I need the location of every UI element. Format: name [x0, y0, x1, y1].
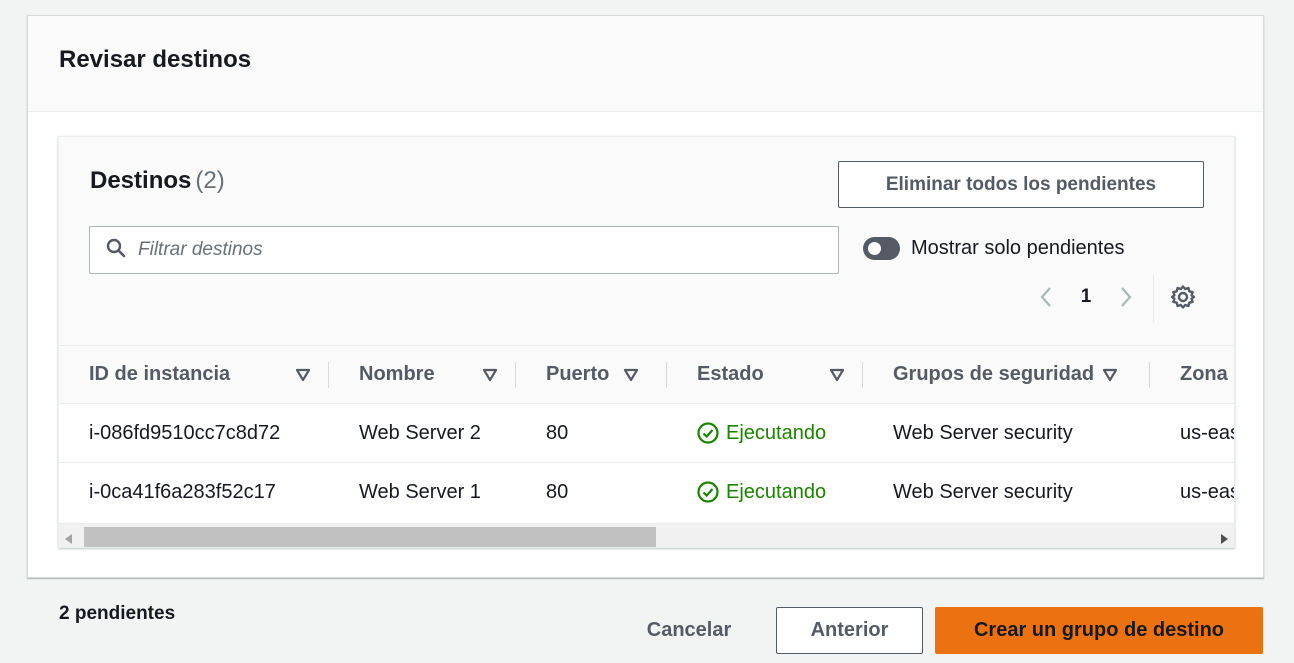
- remove-all-pending-button[interactable]: Eliminar todos los pendientes: [838, 161, 1204, 208]
- chevron-right-icon[interactable]: [1111, 282, 1141, 312]
- targets-heading: Destinos (2): [90, 167, 225, 195]
- toggle-knob: [868, 242, 881, 255]
- sort-down-icon: [482, 368, 498, 381]
- filter-search-box[interactable]: [89, 226, 839, 274]
- scrollbar-thumb[interactable]: [84, 527, 656, 547]
- targets-title: Destinos: [90, 167, 192, 194]
- page-number[interactable]: 1: [1061, 286, 1111, 308]
- show-pending-only-toggle[interactable]: [863, 237, 900, 260]
- chevron-left-icon[interactable]: [1031, 282, 1061, 312]
- column-header-name[interactable]: Nombre: [329, 345, 516, 404]
- cell-name: Web Server 2: [329, 403, 516, 463]
- previous-button[interactable]: Anterior: [776, 607, 923, 654]
- cell-security-groups: Web Server security: [863, 462, 1150, 522]
- status-text: Ejecutando: [726, 480, 827, 503]
- scroll-right-arrow-icon[interactable]: [1220, 531, 1228, 547]
- column-header-zone[interactable]: Zona: [1150, 345, 1234, 404]
- show-pending-only-label: Mostrar solo pendientes: [911, 237, 1125, 259]
- column-header-security-groups[interactable]: Grupos de seguridad: [863, 345, 1150, 404]
- status-badge: Ejecutando: [697, 422, 863, 445]
- check-circle-icon: [697, 422, 719, 444]
- sort-down-icon: [624, 368, 639, 381]
- targets-table-container: Destinos (2) Eliminar todos los pendiente…: [58, 136, 1235, 548]
- create-target-group-button[interactable]: Crear un grupo de destino: [935, 607, 1263, 654]
- cell-name: Web Server 1: [329, 462, 516, 522]
- horizontal-scrollbar[interactable]: [59, 523, 1234, 547]
- cell-security-groups: Web Server security: [863, 403, 1150, 463]
- cell-status: Ejecutando: [667, 462, 863, 522]
- filter-targets-input[interactable]: [138, 239, 818, 261]
- card-header: Revisar destinos: [28, 16, 1263, 112]
- targets-count: (2): [195, 167, 225, 194]
- table-row: i-086fd9510cc7c8d72 Web Server 2 80 Ejec…: [59, 403, 1234, 463]
- cell-zone: us-eas: [1150, 462, 1234, 522]
- status-badge: Ejecutando: [697, 481, 863, 504]
- pagination: 1: [1031, 282, 1141, 312]
- pending-count: 2 pendientes: [59, 603, 176, 624]
- targets-table: ID de instancia Nombre Puerto Estado Gru…: [59, 345, 1234, 522]
- cancel-button[interactable]: Cancelar: [622, 607, 756, 654]
- sort-down-icon: [295, 368, 311, 381]
- column-header-status[interactable]: Estado: [667, 345, 863, 404]
- gear-icon[interactable]: [1170, 284, 1196, 310]
- scroll-left-arrow-icon[interactable]: [65, 531, 73, 547]
- review-targets-card: Revisar destinos Destinos (2) Eliminar to…: [27, 15, 1264, 578]
- table-row: i-0ca41f6a283f52c17 Web Server 1 80 Ejec…: [59, 462, 1234, 522]
- column-header-port[interactable]: Puerto: [516, 345, 667, 404]
- cell-instance-id: i-0ca41f6a283f52c17: [59, 462, 329, 522]
- cell-port: 80: [516, 462, 667, 522]
- check-circle-icon: [697, 481, 719, 503]
- sort-down-icon: [829, 368, 845, 381]
- status-text: Ejecutando: [726, 421, 827, 444]
- pending-only-toggle-row: Mostrar solo pendientes: [863, 237, 1124, 260]
- page-title: Revisar destinos: [59, 46, 252, 73]
- table-header-row: ID de instancia Nombre Puerto Estado Gru…: [59, 345, 1234, 404]
- cell-status: Ejecutando: [667, 403, 863, 463]
- cell-port: 80: [516, 403, 667, 463]
- column-header-instance-id[interactable]: ID de instancia: [59, 345, 329, 404]
- search-icon: [106, 238, 126, 263]
- cell-instance-id: i-086fd9510cc7c8d72: [59, 403, 329, 463]
- sort-down-icon: [1103, 368, 1118, 381]
- pagination-divider: [1153, 275, 1154, 323]
- cell-zone: us-eas: [1150, 403, 1234, 463]
